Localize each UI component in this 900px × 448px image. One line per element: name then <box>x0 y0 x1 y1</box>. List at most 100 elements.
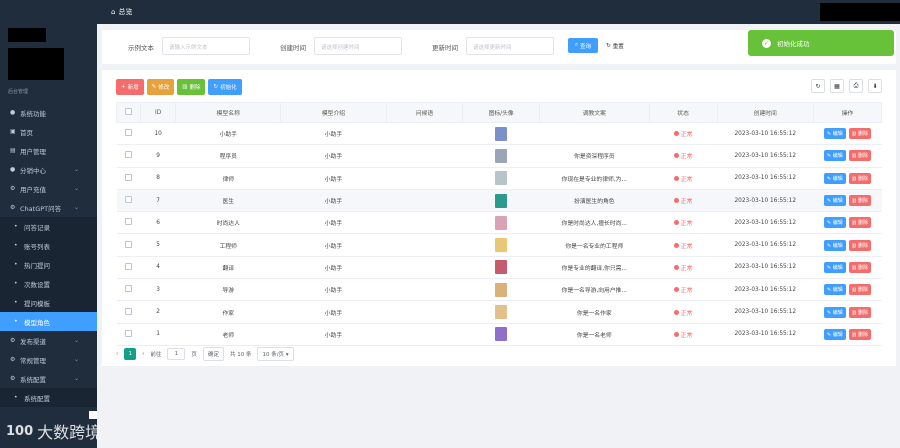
sidebar-item-11[interactable]: • 模型角色 <box>0 312 97 331</box>
columns-icon[interactable]: ▦ <box>830 79 844 93</box>
row-delete-button[interactable]: ▥ 删除 <box>848 239 872 251</box>
table-row[interactable]: 7 医生 小助手 扮演医生的角色 正常 2023-03-10 16:55:12 ✎ 编辑 ▥ … <box>116 189 882 213</box>
sidebar-item-4[interactable]: ⚙ 用户充值 ⌄ <box>0 179 97 198</box>
page-size-select[interactable]: 10 条/页 ▾ <box>257 347 294 361</box>
export-icon[interactable]: ⬇ <box>868 79 882 93</box>
sidebar-item-label: 问答记录 <box>24 223 50 232</box>
cell-actions: ✎ 编辑 ▥ 删除 <box>813 300 882 324</box>
select-all-checkbox[interactable] <box>125 108 133 115</box>
row-edit-button[interactable]: ✎ 编辑 <box>823 195 846 207</box>
sidebar-item-14[interactable]: ⚙ 系统配置 ⌄ <box>0 369 97 388</box>
confirm-button[interactable]: 确定 <box>202 347 224 361</box>
row-edit-button[interactable]: ✎ 编辑 <box>823 150 846 162</box>
row-delete-button[interactable]: ▥ 删除 <box>848 150 872 162</box>
sidebar-item-13[interactable]: ⚙ 常规管理 ⌄ <box>0 350 97 369</box>
table-row[interactable]: 6 时尚达人 小助手 你是时尚达人,擅长时尚... 正常 2023-03-10 16:55… <box>116 211 882 235</box>
row-edit-button[interactable]: ✎ 编辑 <box>823 284 846 296</box>
prev-page-icon[interactable]: ‹ <box>116 351 118 357</box>
sidebar-item-6[interactable]: • 问答记录 <box>0 217 97 236</box>
sidebar-item-9[interactable]: • 次数设置 <box>0 274 97 293</box>
table-row[interactable]: 1 老师 小助手 你是一名老师 正常 2023-03-10 16:55:12 ✎ 编辑 ▥ 删… <box>116 323 882 346</box>
row-edit-button[interactable]: ✎ 编辑 <box>823 261 846 273</box>
row-delete-button[interactable]: ▥ 删除 <box>848 128 872 140</box>
sidebar-item-0[interactable]: ● 系统功能 <box>0 103 97 122</box>
row-delete-button[interactable]: ▥ 删除 <box>848 284 872 296</box>
cell-avatar <box>462 144 540 168</box>
sidebar-item-7[interactable]: • 账号列表 <box>0 236 97 255</box>
cell-id: 2 <box>140 300 176 324</box>
sidebar-item-12[interactable]: ⚙ 发布渠道 ⌄ <box>0 331 97 350</box>
row-delete-button[interactable]: ▥ 删除 <box>848 328 872 340</box>
cell-status: 正常 <box>649 256 718 280</box>
table-row[interactable]: 10 小助手 小助手 正常 2023-03-10 16:55:12 ✎ 编辑 ▥ 删除 <box>116 122 882 146</box>
next-page-icon[interactable]: › <box>142 351 144 357</box>
home-icon[interactable]: ⌂ <box>111 8 115 16</box>
row-checkbox[interactable] <box>125 285 133 293</box>
row-edit-button[interactable]: ✎ 编辑 <box>823 306 846 318</box>
column-header[interactable]: 问候语 <box>385 102 464 123</box>
init-button[interactable]: ↻ 初始化 <box>208 79 242 95</box>
sidebar-item-label: 用户充值 <box>20 185 46 194</box>
table-row[interactable]: 5 工程师 小助手 你是一名专业的工程师 正常 2023-03-10 16:55:12 ✎ … <box>116 233 882 257</box>
table-row[interactable]: 2 作家 小助手 你是一名作家 正常 2023-03-10 16:55:12 ✎ 编辑 ▥ 删… <box>116 300 882 324</box>
refresh-icon[interactable]: ↻ <box>811 79 825 93</box>
row-checkbox[interactable] <box>125 262 133 270</box>
row-edit-button[interactable]: ✎ 编辑 <box>823 172 846 184</box>
row-delete-button[interactable]: ▥ 删除 <box>848 172 872 184</box>
current-page[interactable]: 1 <box>124 348 137 360</box>
add-button[interactable]: + 新增 <box>116 79 144 95</box>
row-edit-button[interactable]: ✎ 编辑 <box>823 328 846 340</box>
row-checkbox[interactable] <box>125 129 133 137</box>
search-label-text: 示例文本 <box>128 44 154 52</box>
row-edit-button[interactable]: ✎ 编辑 <box>823 217 846 229</box>
row-edit-button[interactable]: ✎ 编辑 <box>823 128 846 140</box>
sidebar-item-label: 提问模板 <box>24 299 50 308</box>
column-header[interactable]: 调教文案 <box>539 102 650 123</box>
column-header[interactable]: 模型介绍 <box>280 102 387 123</box>
cell-created: 2023-03-10 16:55:12 <box>717 167 814 190</box>
column-header[interactable]: 图标/头像 <box>462 102 541 123</box>
sidebar-item-3[interactable]: ● 分销中心 ⌄ <box>0 160 97 179</box>
table-row[interactable]: 8 律师 小助手 你现在是专业的律师,为... 正常 2023-03-10 16:55:1… <box>116 167 882 190</box>
sample-text-input[interactable]: 请输入示例文本 <box>162 37 250 55</box>
row-delete-button[interactable]: ▥ 删除 <box>848 261 872 273</box>
sidebar-item-8[interactable]: • 热门提问 <box>0 255 97 274</box>
cell-status: 正常 <box>649 278 718 302</box>
column-header[interactable]: 操作 <box>812 102 883 123</box>
edit-button[interactable]: ✎ 修改 <box>146 79 175 95</box>
page-input[interactable]: 1 <box>167 348 186 360</box>
row-checkbox[interactable] <box>125 173 133 181</box>
table-row[interactable]: 9 程序员 小助手 你是资深程序员 正常 2023-03-10 16:55:12 ✎ 编辑 ▥… <box>116 144 882 168</box>
row-edit-label: 编辑 <box>832 198 843 205</box>
row-checkbox[interactable] <box>125 307 133 315</box>
column-header[interactable]: 模型名称 <box>175 102 282 123</box>
bullet-icon: • <box>14 223 18 230</box>
cell-actions: ✎ 编辑 ▥ 删除 <box>813 323 882 346</box>
row-checkbox[interactable] <box>125 196 133 204</box>
table-row[interactable]: 3 导游 小助手 你是一名导游,向用户推... 正常 2023-03-10 16:55:1… <box>116 278 882 302</box>
row-checkbox[interactable] <box>125 240 133 248</box>
row-edit-label: 编辑 <box>832 131 843 138</box>
table-row[interactable]: 4 翻译 小助手 你是专业的翻译,你只需... 正常 2023-03-10 16:55:1… <box>116 256 882 280</box>
sidebar-item-2[interactable]: ▤ 用户管理 <box>0 141 97 160</box>
delete-button[interactable]: ▥ 删除 <box>177 79 206 95</box>
sidebar-item-15[interactable]: • 系统配置 <box>0 388 97 407</box>
search-button[interactable]: ⌕ 查询 <box>568 38 598 53</box>
column-header[interactable]: 状态 <box>648 102 718 123</box>
row-edit-button[interactable]: ✎ 编辑 <box>823 239 846 251</box>
sidebar-item-5[interactable]: ⚙ ChatGPT问答 ⌄ <box>0 198 97 217</box>
reset-button[interactable]: ↻ 重置 <box>602 38 628 53</box>
print-icon[interactable]: ⎙ <box>849 79 863 93</box>
row-delete-button[interactable]: ▥ 删除 <box>848 195 872 207</box>
row-delete-button[interactable]: ▥ 删除 <box>848 217 872 229</box>
row-checkbox[interactable] <box>125 329 133 337</box>
sidebar-item-10[interactable]: • 提问模板 <box>0 293 97 312</box>
sidebar-item-1[interactable]: ▣ 首页 <box>0 122 97 141</box>
row-delete-button[interactable]: ▥ 删除 <box>848 306 872 318</box>
row-checkbox[interactable] <box>125 151 133 159</box>
created-time-input[interactable]: 请选择创建时间 <box>314 37 402 55</box>
column-header[interactable]: 创建时间 <box>716 102 814 123</box>
row-checkbox[interactable] <box>125 218 133 226</box>
column-header[interactable]: ID <box>140 102 177 123</box>
updated-time-input[interactable]: 请选择更新时间 <box>466 37 554 55</box>
